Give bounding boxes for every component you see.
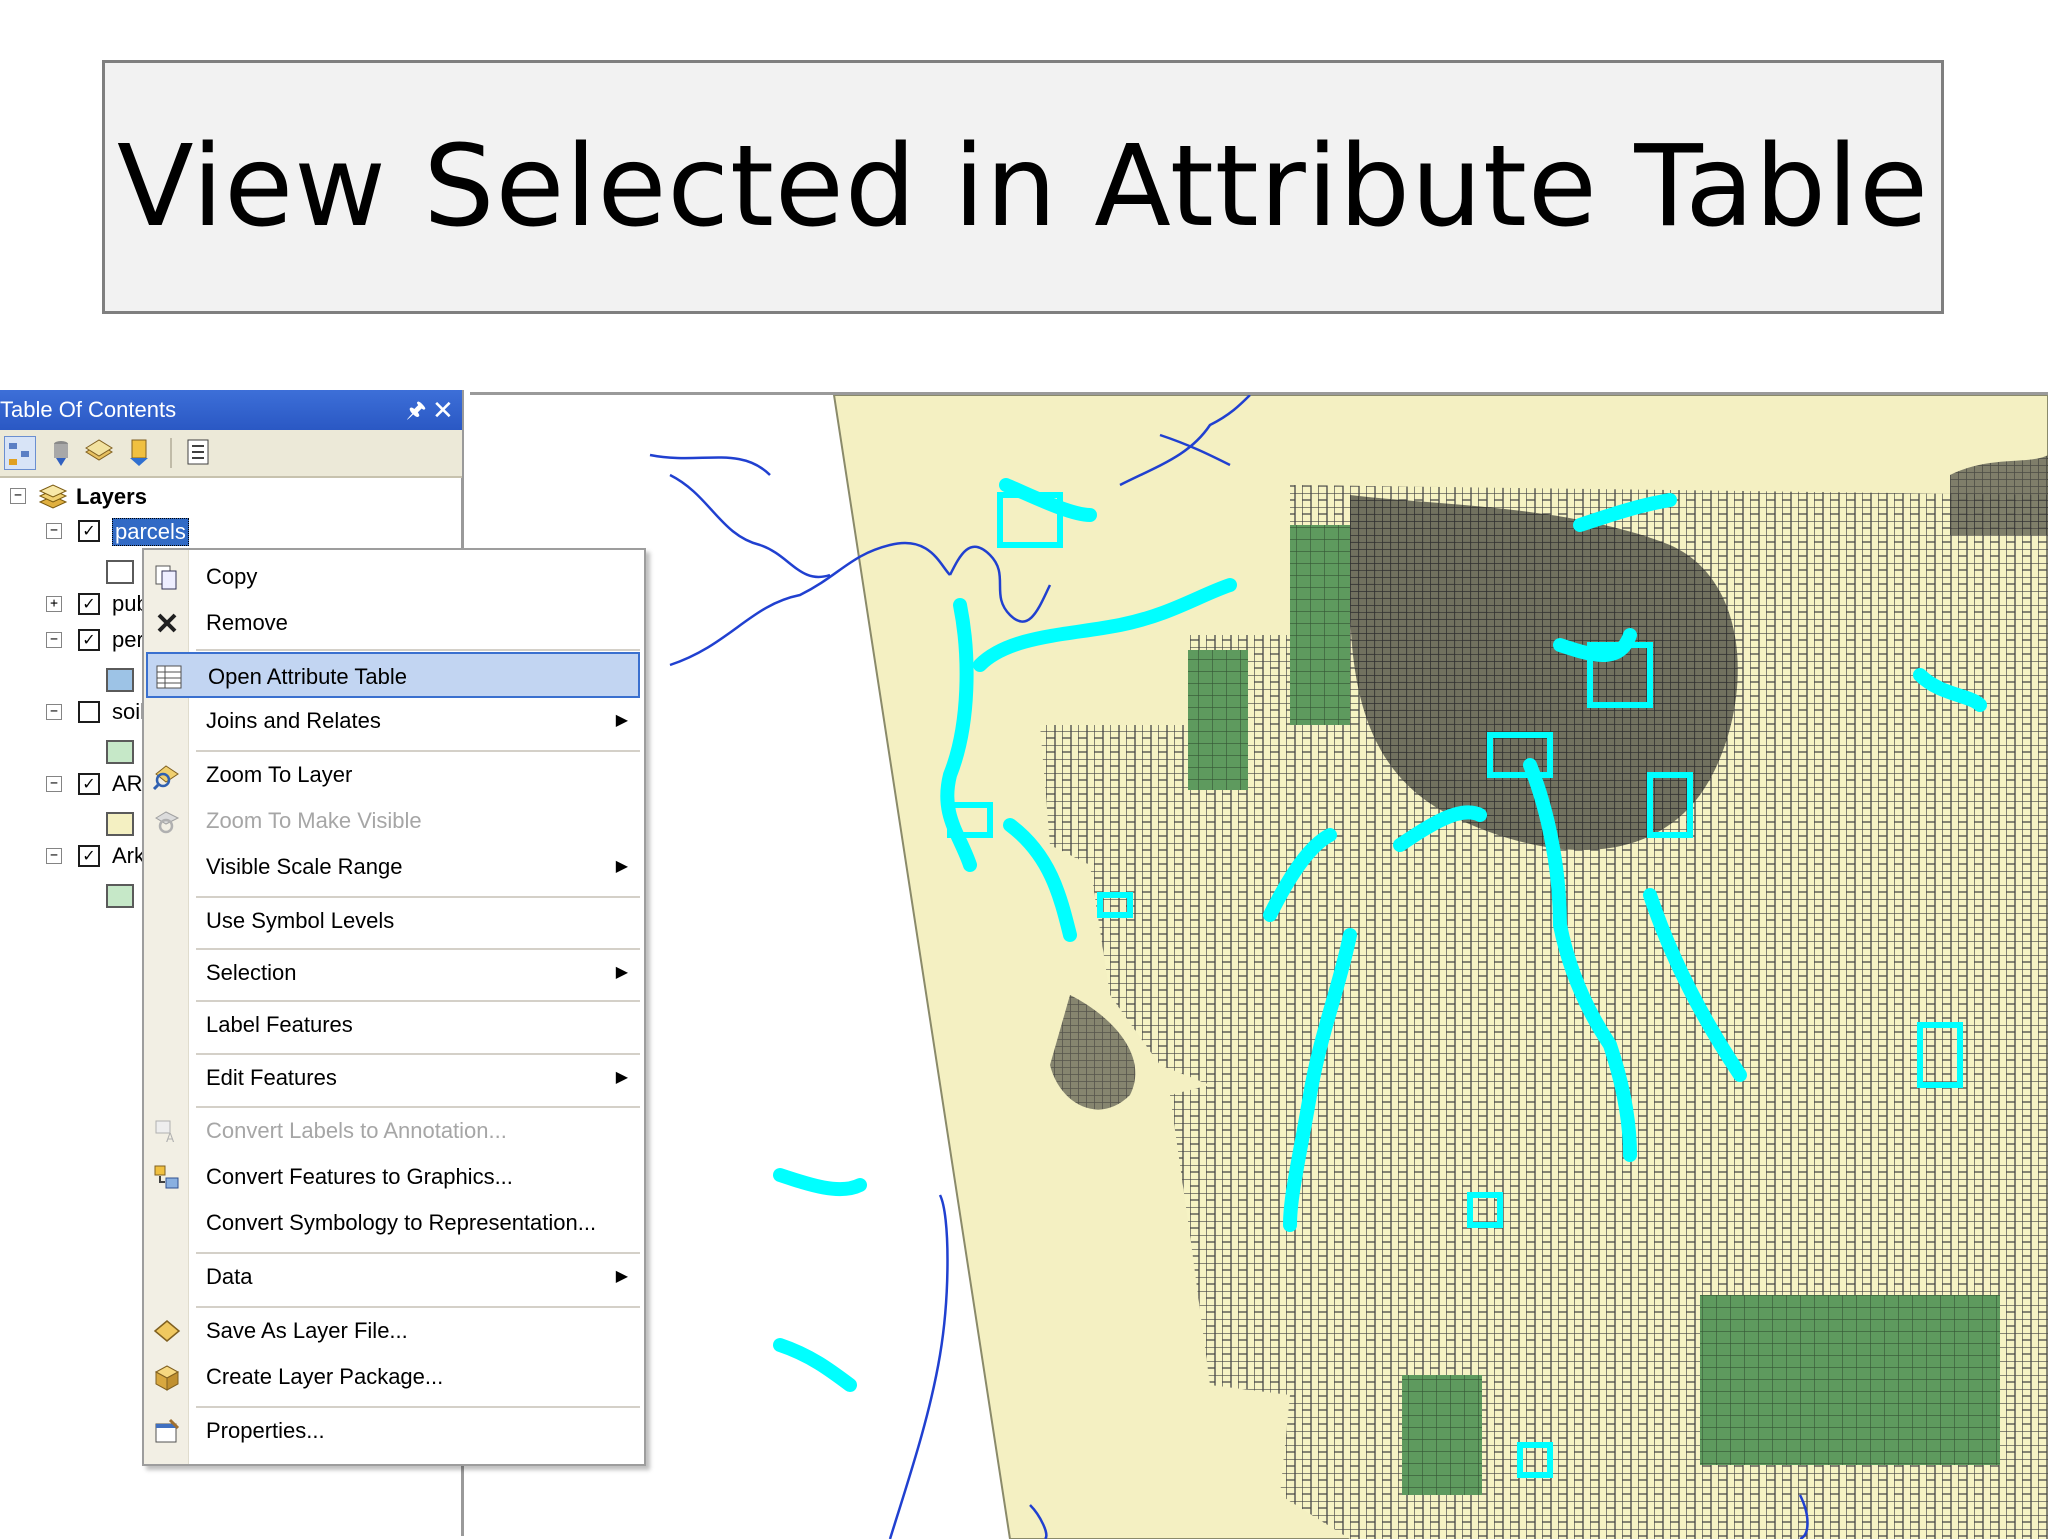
menu-item-label: Save As Layer File...: [206, 1318, 408, 1343]
menu-item-copy[interactable]: Copy: [146, 554, 640, 600]
convert-labels-icon: A: [152, 1116, 182, 1146]
green-parcel-area: [1700, 1295, 2000, 1465]
layers-icon: [38, 484, 68, 510]
layers-root-label[interactable]: Layers: [76, 484, 147, 510]
pin-icon[interactable]: 🖈: [406, 390, 426, 430]
menu-item-zoom-to-make-visible[interactable]: Zoom To Make Visible: [146, 798, 640, 844]
options-icon[interactable]: [184, 436, 214, 468]
layer-toggle-per[interactable]: −: [46, 632, 62, 648]
menu-item-label: Copy: [206, 564, 258, 589]
copy-icon: [152, 562, 182, 592]
layer-name-soil[interactable]: soil: [112, 699, 145, 725]
menu-item-convert-features-to-graphics[interactable]: Convert Features to Graphics...: [146, 1154, 640, 1200]
menu-item-use-symbol-levels[interactable]: Use Symbol Levels: [146, 898, 640, 944]
list-by-source-icon[interactable]: [46, 436, 76, 468]
menu-item-label: Selection: [206, 960, 297, 985]
menu-item-label: Zoom To Make Visible: [206, 808, 422, 833]
menu-item-properties[interactable]: Properties...: [146, 1408, 640, 1454]
list-by-selection-icon[interactable]: [126, 436, 156, 468]
layer-context-menu: Copy Remove Open Attribute Table Joins a…: [142, 548, 646, 1466]
layer-swatch-ar: [106, 812, 134, 836]
close-icon[interactable]: ✕: [432, 390, 454, 430]
slide-title: View Selected in Attribute Table: [117, 122, 1929, 252]
zoom-layer-icon: [152, 760, 182, 791]
menu-item-label-features[interactable]: Label Features: [146, 1002, 640, 1048]
menu-item-label: Label Features: [206, 1012, 353, 1037]
convert-graphics-icon: [152, 1162, 182, 1192]
layer-swatch-ark: [106, 884, 134, 908]
submenu-arrow-icon: ▶: [615, 1069, 628, 1086]
layer-swatch-per: [106, 668, 134, 692]
layer-toggle-soil[interactable]: −: [46, 704, 62, 720]
toc-title: Table Of Contents: [0, 397, 177, 422]
toolbar-divider: [170, 438, 172, 468]
table-icon: [154, 662, 184, 692]
menu-item-label: Create Layer Package...: [206, 1364, 444, 1389]
layer-swatch-soil: [106, 740, 134, 764]
submenu-arrow-icon: ▶: [615, 712, 628, 729]
layer-toggle-ar[interactable]: −: [46, 776, 62, 792]
layer-name-ark[interactable]: Ark: [112, 843, 145, 869]
map-canvas[interactable]: [470, 395, 2048, 1539]
menu-item-label: Zoom To Layer: [206, 762, 353, 787]
menu-item-label: Convert Symbology to Representation...: [206, 1210, 597, 1235]
menu-item-label: Properties...: [206, 1418, 325, 1443]
layer-checkbox-parcels[interactable]: ✓: [78, 520, 100, 542]
slide-title-box: View Selected in Attribute Table: [102, 60, 1944, 314]
menu-item-label: Convert Features to Graphics...: [206, 1164, 513, 1189]
menu-item-label: Remove: [206, 610, 288, 635]
menu-item-joins-and-relates[interactable]: Joins and Relates ▶: [146, 698, 640, 744]
list-by-visibility-icon[interactable]: [84, 436, 114, 468]
menu-item-label: Open Attribute Table: [208, 664, 407, 689]
menu-item-label: Convert Labels to Annotation...: [206, 1118, 507, 1143]
menu-item-save-as-layer-file[interactable]: Save As Layer File...: [146, 1308, 640, 1354]
menu-item-label: Visible Scale Range: [206, 854, 403, 879]
menu-item-selection[interactable]: Selection ▶: [146, 950, 640, 996]
menu-item-convert-symbology-to-representation[interactable]: Convert Symbology to Representation...: [146, 1200, 640, 1246]
menu-item-zoom-to-layer[interactable]: Zoom To Layer: [146, 752, 640, 798]
layer-checkbox-soil[interactable]: [78, 701, 100, 723]
layer-package-icon: [152, 1362, 182, 1392]
layer-toggle-parcels[interactable]: −: [46, 523, 62, 539]
svg-text:A: A: [166, 1131, 175, 1145]
zoom-visible-icon: [152, 806, 182, 836]
green-parcel-area: [1188, 650, 1248, 790]
remove-icon: [152, 608, 182, 638]
toc-toolbar: [0, 430, 462, 478]
layer-checkbox-pub[interactable]: ✓: [78, 593, 100, 615]
layer-checkbox-ark[interactable]: ✓: [78, 845, 100, 867]
list-by-drawing-order-icon[interactable]: [4, 436, 36, 470]
menu-item-create-layer-package[interactable]: Create Layer Package...: [146, 1354, 640, 1400]
layer-swatch-parcels: [106, 560, 134, 584]
menu-separator: [196, 649, 640, 651]
menu-item-label: Edit Features: [206, 1065, 337, 1090]
menu-item-label: Use Symbol Levels: [206, 908, 395, 933]
layer-checkbox-ar[interactable]: ✓: [78, 773, 100, 795]
collapse-layers-toggle[interactable]: −: [10, 488, 26, 504]
layer-checkbox-per[interactable]: ✓: [78, 629, 100, 651]
submenu-arrow-icon: ▶: [615, 1268, 628, 1285]
layer-toggle-pub[interactable]: +: [46, 596, 62, 612]
toc-titlebar: Table Of Contents 🖈 ✕: [0, 390, 462, 430]
layer-name-per[interactable]: per: [112, 627, 144, 653]
menu-item-open-attribute-table[interactable]: Open Attribute Table: [146, 652, 640, 698]
map-view[interactable]: [470, 392, 2048, 1539]
green-parcel-area: [1402, 1375, 1482, 1495]
menu-item-remove[interactable]: Remove: [146, 600, 640, 646]
layer-toggle-ark[interactable]: −: [46, 848, 62, 864]
layer-file-icon: [152, 1316, 182, 1346]
menu-item-convert-labels-to-annotation[interactable]: A Convert Labels to Annotation...: [146, 1108, 640, 1154]
submenu-arrow-icon: ▶: [615, 858, 628, 875]
menu-item-visible-scale-range[interactable]: Visible Scale Range ▶: [146, 844, 640, 890]
green-parcel-area: [1290, 525, 1350, 725]
menu-item-data[interactable]: Data ▶: [146, 1254, 640, 1300]
menu-item-edit-features[interactable]: Edit Features ▶: [146, 1055, 640, 1101]
properties-icon: [152, 1416, 182, 1446]
menu-item-label: Joins and Relates: [206, 708, 381, 733]
submenu-arrow-icon: ▶: [615, 964, 628, 981]
layer-name-parcels[interactable]: parcels: [112, 518, 189, 546]
menu-item-label: Data: [206, 1264, 253, 1289]
